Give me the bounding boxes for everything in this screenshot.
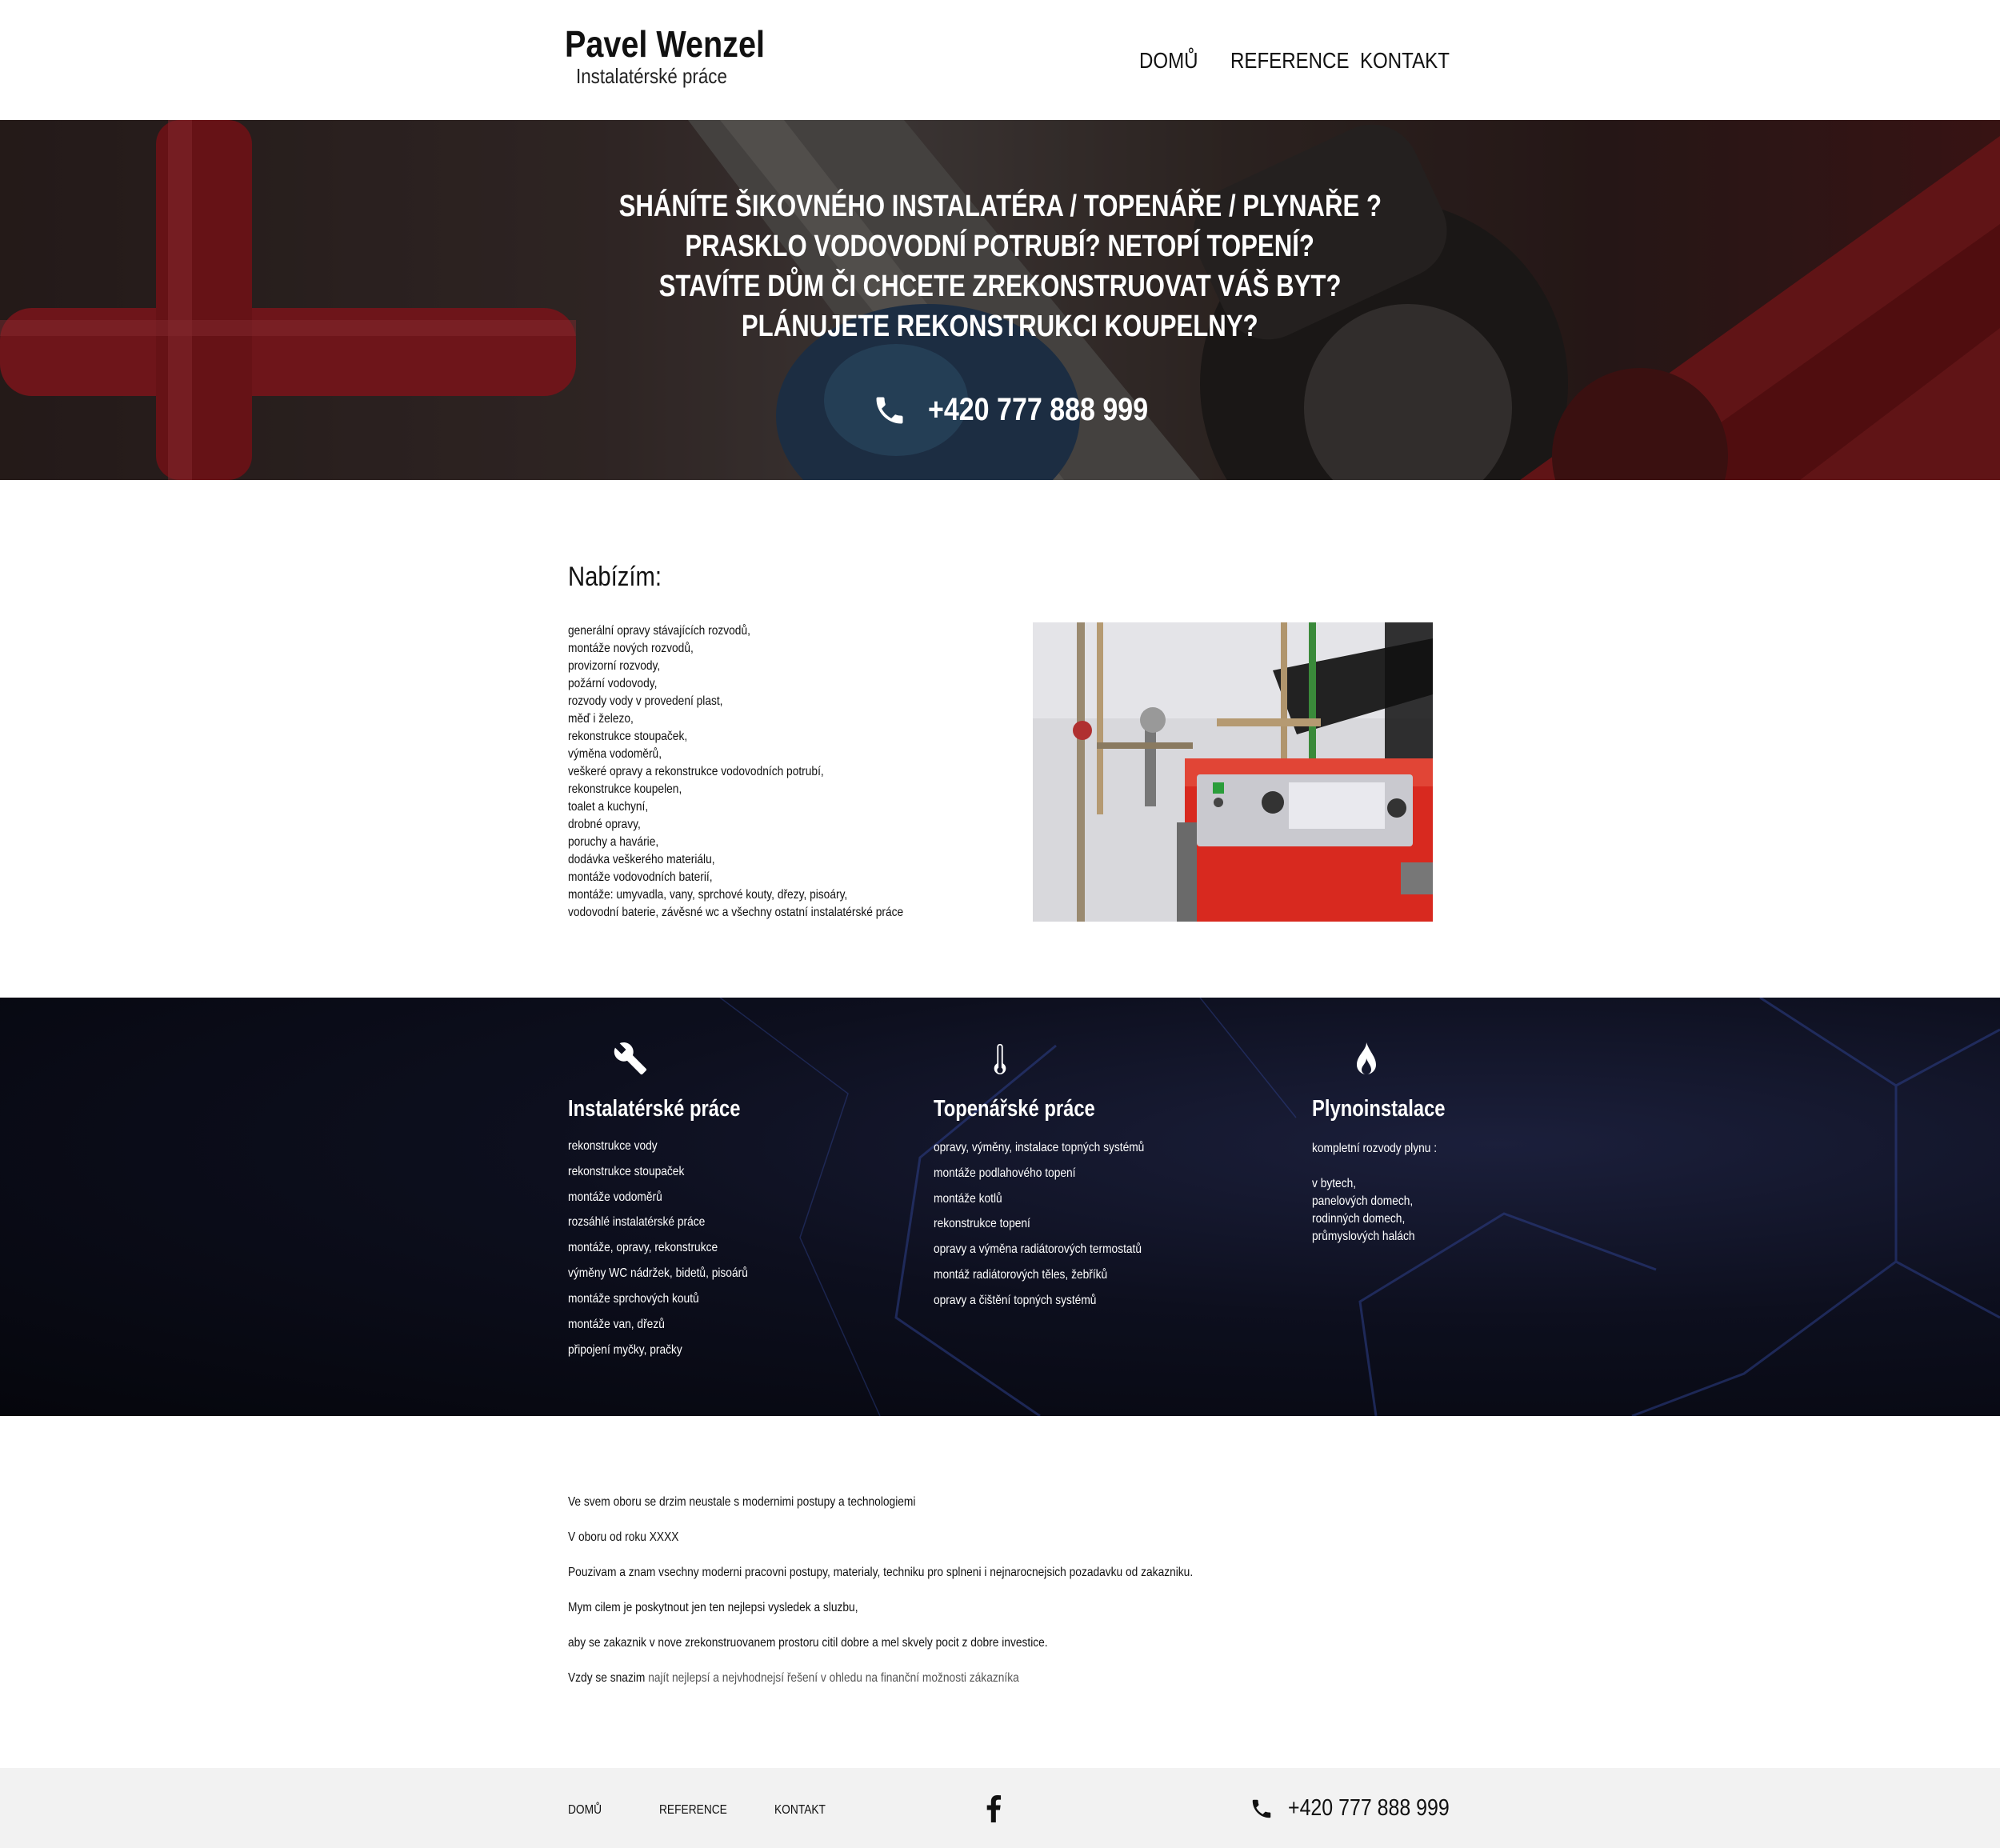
hero-line-2: PRASKLO VODOVODNÍ POTRUBÍ? NETOPÍ TOPENÍ…: [685, 230, 1315, 263]
hero-line-1: SHÁNÍTE ŠIKOVNÉHO INSTALATÉRA / TOPENÁŘE…: [618, 190, 1382, 223]
service-item: opravy, výměny, instalace topných systém…: [934, 1141, 1145, 1154]
service-item: montáže vodoměrů: [568, 1190, 662, 1204]
services-section: Instalatérské práce rekonstrukce vody re…: [0, 998, 2000, 1416]
about-line: aby se zakaznik v nove zrekonstruovanem …: [568, 1636, 1048, 1650]
offer-item: požární vodovody,: [568, 677, 658, 690]
service-item: montáže, opravy, rekonstrukce: [568, 1241, 718, 1254]
service-item: výměny WC nádržek, bidetů, pisoárů: [568, 1266, 748, 1280]
nav-item-kontakt[interactable]: KONTAKT: [1360, 48, 1450, 74]
service-item: montáže sprchových koutů: [568, 1292, 699, 1306]
boiler-illustration: [1033, 622, 1433, 922]
offer-item: montáže nových rozvodů,: [568, 642, 694, 655]
service-item: montáže podlahového topení: [934, 1166, 1076, 1180]
nav-item-domu[interactable]: DOMŮ: [1139, 48, 1198, 74]
offer-item: dodávka veškerého materiálu,: [568, 853, 715, 866]
offer-item: drobné opravy,: [568, 818, 641, 831]
footer-nav-kontakt[interactable]: KONTAKT: [774, 1803, 826, 1818]
offer-item: měď i železo,: [568, 712, 634, 726]
footer-nav-domu[interactable]: DOMŮ: [568, 1803, 602, 1818]
offer-title: Nabízím:: [568, 562, 662, 592]
nav-item-reference[interactable]: REFERENCE: [1230, 48, 1350, 74]
logo-subtitle: Instalatérské práce: [576, 64, 727, 88]
about-line: V oboru od roku XXXX: [568, 1530, 679, 1544]
offer-item: montáže: umyvadla, vany, sprchové kouty,…: [568, 888, 848, 902]
about-line: Ve svem oboru se drzim neustale s modern…: [568, 1495, 916, 1509]
wrench-icon: [614, 1042, 647, 1075]
offer-item: veškeré opravy a rekonstrukce vodovodníc…: [568, 765, 824, 778]
service-item: rekonstrukce vody: [568, 1139, 658, 1153]
offer-item: provizorní rozvody,: [568, 659, 661, 673]
offer-item: montáže vodovodních baterií,: [568, 870, 713, 884]
hero-phone-number[interactable]: +420 777 888 999: [928, 392, 1148, 428]
site-footer: DOMŮ REFERENCE KONTAKT +420 777 888 999: [0, 1768, 2000, 1848]
service-item: kompletní rozvody plynu :: [1312, 1142, 1438, 1155]
about-line: Pouzivam a znam vsechny moderni pracovni…: [568, 1566, 1194, 1579]
service-title-topenarske: Topenářské práce: [934, 1096, 1095, 1122]
service-title-instalaterske: Instalatérské práce: [568, 1096, 741, 1122]
service-item: montáž radiátorových těles, žebříků: [934, 1268, 1108, 1282]
boiler-photo: [1033, 622, 1433, 922]
about-last-suffix: najít nejlepsí a nejvhodnejsí řešení v o…: [648, 1671, 1019, 1685]
phone-icon: [876, 397, 903, 423]
phone-icon: [1252, 1799, 1271, 1818]
hero-banner: SHÁNÍTE ŠIKOVNÉHO INSTALATÉRA / TOPENÁŘE…: [0, 120, 2000, 480]
hero-line-3: STAVÍTE DŮM ČI CHCETE ZREKONSTRUOVAT VÁŠ…: [658, 270, 1342, 303]
service-item: opravy a čištění topných systémů: [934, 1294, 1097, 1307]
service-item: opravy a výměna radiátorových termostatů: [934, 1242, 1142, 1256]
service-title-plynoinstalace: Plynoinstalace: [1312, 1096, 1446, 1122]
offer-item: rekonstrukce stoupaček,: [568, 730, 688, 743]
offer-item: rekonstrukce koupelen,: [568, 782, 682, 796]
offer-item: toalet a kuchyní,: [568, 800, 649, 814]
footer-nav-reference[interactable]: REFERENCE: [659, 1803, 727, 1818]
hero-line-4: PLÁNUJETE REKONSTRUKCI KOUPELNY?: [742, 310, 1258, 343]
hero-phone[interactable]: +420 777 888 999: [872, 392, 1187, 428]
flame-icon: [1357, 1042, 1376, 1074]
offer-list: generální opravy stávajících rozvodů, mo…: [568, 622, 1016, 922]
thermometer-icon: [994, 1043, 1006, 1074]
service-item: montáže van, dřezů: [568, 1318, 665, 1331]
about-line-last: Vzdy se snazim najít nejlepsí a nejvhodn…: [568, 1671, 1019, 1686]
service-item: montáže kotlů: [934, 1192, 1002, 1206]
offer-item: generální opravy stávajících rozvodů,: [568, 624, 750, 638]
offer-item: poruchy a havárie,: [568, 835, 659, 849]
service-item: panelových domech,: [1312, 1194, 1414, 1208]
logo-name[interactable]: Pavel Wenzel: [565, 22, 765, 66]
service-item: rekonstrukce topení: [934, 1217, 1030, 1230]
service-item: průmyslových halách: [1312, 1230, 1415, 1243]
facebook-icon[interactable]: [986, 1795, 1002, 1822]
footer-phone-number[interactable]: +420 777 888 999: [1288, 1795, 1450, 1822]
about-line: Mym cilem je poskytnout jen ten nejlepsi…: [568, 1601, 858, 1614]
service-item: připojení myčky, pračky: [568, 1343, 682, 1357]
service-item: v bytech,: [1312, 1177, 1357, 1190]
site-header: Pavel Wenzel Instalatérské práce DOMŮ RE…: [0, 0, 2000, 120]
service-item: rekonstrukce stoupaček: [568, 1165, 685, 1178]
offer-item: výměna vodoměrů,: [568, 747, 662, 761]
service-item: rozsáhlé instalatérské práce: [568, 1215, 706, 1229]
about-last-prefix: Vzdy se snazim: [568, 1671, 646, 1685]
offer-item: vodovodní baterie, závěsné wc a všechny …: [568, 906, 904, 919]
offer-item: rozvody vody v provedení plast,: [568, 694, 723, 708]
service-item: rodinných domech,: [1312, 1212, 1406, 1226]
